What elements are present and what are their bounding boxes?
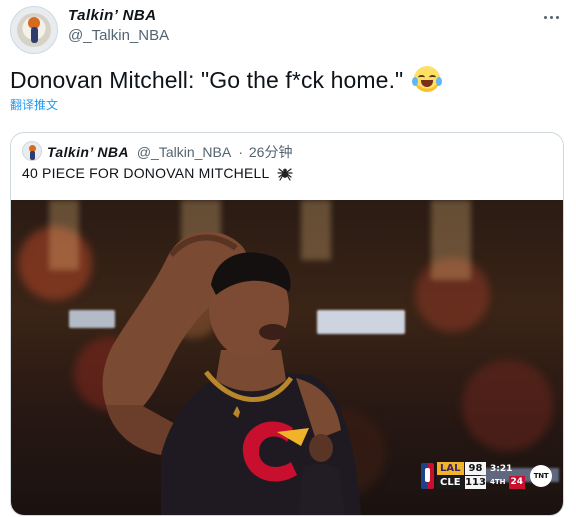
author-block: Talkin’ NBA @_Talkin_NBA (68, 7, 169, 44)
scorebug: LAL 98 CLE 113 3:21 4TH 24 TNT (421, 461, 553, 491)
nba-logo-icon (421, 463, 434, 489)
tnt-logo-icon: TNT (530, 465, 553, 487)
quoted-video[interactable]: LAL 98 CLE 113 3:21 4TH 24 TNT (11, 200, 563, 515)
scorebug-away-row: LAL 98 (437, 462, 486, 475)
scorebug-home-row: CLE 113 (437, 476, 486, 489)
quoted-tweet-text-content: 40 PIECE FOR DONOVAN MITCHELL (22, 165, 269, 181)
scorebug-clock: 3:21 4TH 24 (490, 463, 526, 489)
tweet-text-content: Donovan Mitchell: "Go the f*ck home." (10, 67, 404, 93)
home-team-score: 113 (465, 476, 486, 489)
more-options-icon[interactable] (540, 6, 562, 28)
tweet-card: Talkin’ NBA @_Talkin_NBA Donovan Mitchel… (0, 0, 576, 517)
avatar-player-shape (31, 27, 38, 43)
shot-clock: 24 (508, 476, 526, 489)
away-team-score: 98 (465, 462, 486, 475)
author-handle[interactable]: @_Talkin_NBA (68, 27, 169, 44)
face-with-tears-of-joy-icon (411, 66, 442, 92)
author-display-name[interactable]: Talkin’ NBA (68, 7, 157, 24)
spider-icon (277, 168, 293, 181)
quoted-separator: · (238, 144, 243, 160)
quoted-author-display-name: Talkin’ NBA (47, 144, 129, 160)
home-team-code: CLE (437, 476, 464, 489)
game-period: 4TH (490, 478, 506, 486)
quoted-author-avatar[interactable] (22, 141, 42, 161)
scorebug-teams: LAL 98 CLE 113 (437, 462, 486, 490)
quoted-tweet-text: 40 PIECE FOR DONOVAN MITCHELL (22, 165, 293, 181)
tweet-text: Donovan Mitchell: "Go the f*ck home." (10, 66, 442, 94)
quoted-author-handle: @_Talkin_NBA (136, 144, 231, 160)
quoted-tweet-header: Talkin’ NBA @_Talkin_NBA · 26分钟 (47, 142, 292, 162)
quoted-timestamp[interactable]: 26分钟 (249, 144, 293, 160)
quoted-tweet[interactable]: Talkin’ NBA @_Talkin_NBA · 26分钟 40 PIECE… (10, 132, 564, 516)
translate-tweet-link[interactable]: 翻译推文 (10, 96, 58, 113)
game-clock: 3:21 (490, 464, 513, 474)
away-team-code: LAL (437, 462, 464, 475)
author-avatar[interactable] (10, 6, 58, 54)
